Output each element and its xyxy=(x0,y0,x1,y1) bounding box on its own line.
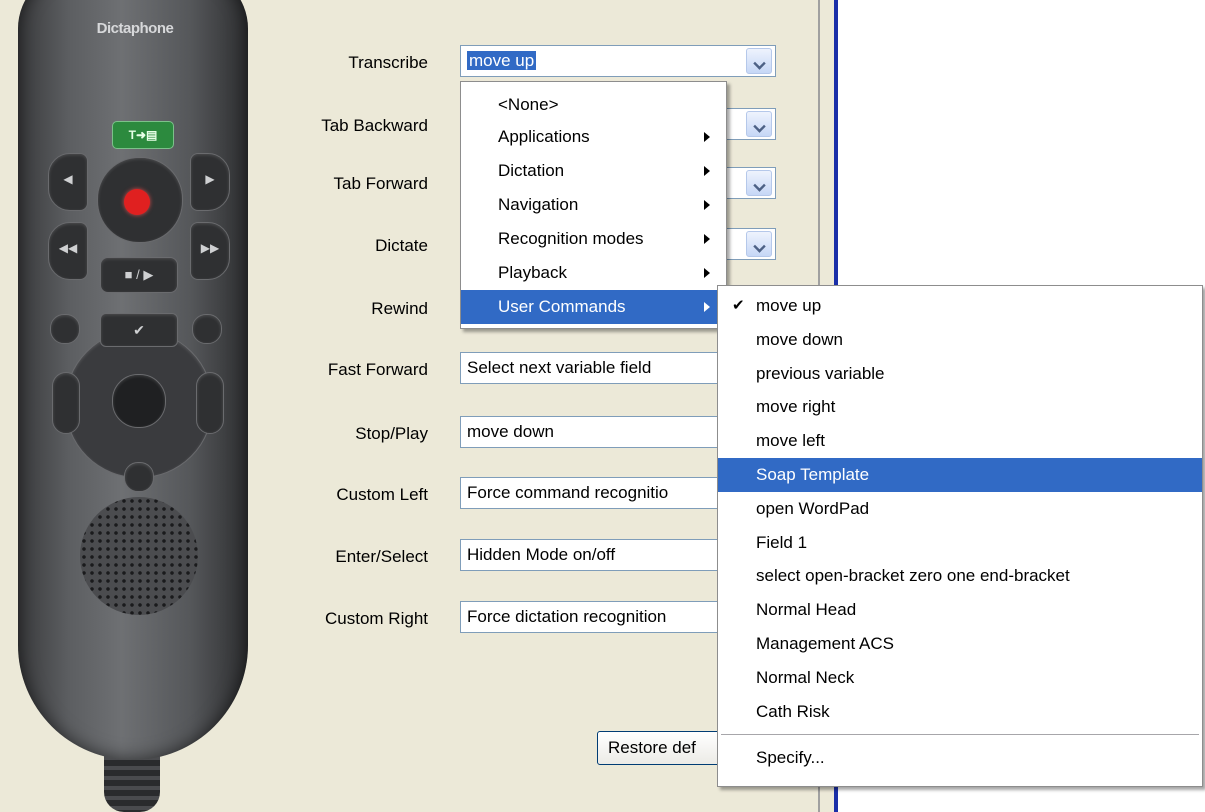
stop-play-value: move down xyxy=(467,422,554,441)
skip-forward-icon: ▶ xyxy=(205,172,215,186)
fast-forward-value: Select next variable field xyxy=(467,358,652,377)
dictate-dropdown-chevron-icon[interactable] xyxy=(746,231,772,257)
device-transcribe-button: T➜▤ xyxy=(112,121,174,149)
skip-back-icon: ◀ xyxy=(63,172,73,186)
brand-logo: Dictaphone xyxy=(96,20,174,37)
submenu-item-label: Normal Head xyxy=(756,600,857,620)
label-transcribe: Transcribe xyxy=(348,53,428,72)
submenu-item-label: move right xyxy=(756,397,836,417)
submenu-item-label: open WordPad xyxy=(756,498,870,518)
submenu-item-open-wordpad[interactable]: open WordPad xyxy=(718,492,1202,526)
device-custom-left-dot xyxy=(50,314,80,344)
submenu-item-move-left[interactable]: move left xyxy=(718,424,1202,458)
submenu-item-label: move left xyxy=(756,431,825,451)
dictaphone-device-image: Dictaphone T➜▤ ◀ ▶ ◀◀ ▶▶ ■ / ▶ ✔ xyxy=(0,0,260,812)
submenu-item-label: previous variable xyxy=(756,363,885,383)
submenu-item-label: Soap Template xyxy=(756,464,870,484)
submenu-item-previous-variable[interactable]: previous variable xyxy=(718,357,1202,391)
custom-right-value: Force dictation recognition xyxy=(467,607,667,626)
device-tab-backward-button: ◀ xyxy=(48,153,88,211)
rewind-icon: ◀◀ xyxy=(58,241,78,255)
submenu-item-normal-head[interactable]: Normal Head xyxy=(718,593,1202,627)
submenu-item-move-right[interactable]: move right xyxy=(718,390,1202,424)
menu-item-label: Applications xyxy=(498,127,590,146)
device-fast-forward-button: ▶▶ xyxy=(190,222,230,280)
menu-item-label: User Commands xyxy=(498,297,626,316)
submenu-item-cath-risk[interactable]: Cath Risk xyxy=(718,695,1202,729)
restore-defaults-button[interactable]: Restore def xyxy=(597,731,737,765)
label-tab-forward: Tab Forward xyxy=(333,174,428,193)
menu-item-applications[interactable]: Applications xyxy=(461,120,726,154)
menu-item-label: Recognition modes xyxy=(498,229,644,248)
submenu-arrow-icon xyxy=(704,234,710,244)
submenu-item-label: select open-bracket zero one end-bracket xyxy=(756,566,1070,586)
submenu-item-soap-template[interactable]: Soap Template xyxy=(718,457,1202,492)
submenu-item-move-up[interactable]: ✔ move up xyxy=(718,289,1202,323)
user-commands-submenu: ✔ move up move down previous variable mov… xyxy=(717,285,1203,787)
device-tab-forward-button: ▶ xyxy=(190,153,230,211)
submenu-item-label: Specify... xyxy=(756,748,825,768)
label-custom-right: Custom Right xyxy=(325,609,428,628)
submenu-item-label: Normal Neck xyxy=(756,667,855,687)
submenu-arrow-icon xyxy=(704,268,710,278)
transcribe-value: move up xyxy=(467,51,537,70)
submenu-arrow-icon xyxy=(704,200,710,210)
submenu-arrow-icon xyxy=(704,166,710,176)
menu-item-label: Playback xyxy=(498,263,567,282)
submenu-item-label: move down xyxy=(756,329,843,349)
submenu-item-label: Management ACS xyxy=(756,633,894,653)
label-dictate: Dictate xyxy=(375,236,428,255)
menu-item-playback[interactable]: Playback xyxy=(461,256,726,290)
device-custom-left-button xyxy=(52,372,80,434)
submenu-arrow-icon xyxy=(704,302,710,312)
speaker-grille xyxy=(80,497,198,615)
submenu-item-label: move up xyxy=(756,296,822,315)
command-category-menu: <None> Applications Dictation Navigation… xyxy=(460,81,727,329)
submenu-item-field-1[interactable]: Field 1 xyxy=(718,526,1202,560)
fast-forward-icon: ▶▶ xyxy=(200,241,220,255)
device-rewind-button: ◀◀ xyxy=(48,222,88,280)
menu-item-label: Dictation xyxy=(498,161,565,180)
label-stop-play: Stop/Play xyxy=(355,424,428,443)
submenu-item-label: Field 1 xyxy=(756,532,808,552)
label-enter-select: Enter/Select xyxy=(335,547,428,566)
submenu-arrow-icon xyxy=(704,132,710,142)
enter-select-value: Hidden Mode on/off xyxy=(467,545,616,564)
custom-left-value: Force command recognitio xyxy=(467,483,669,502)
submenu-item-select-bracket[interactable]: select open-bracket zero one end-bracket xyxy=(718,559,1202,593)
label-custom-left: Custom Left xyxy=(336,485,428,504)
menu-separator xyxy=(721,734,1199,736)
menu-item-label: <None> xyxy=(498,95,559,114)
label-rewind: Rewind xyxy=(371,299,428,318)
record-icon xyxy=(124,189,150,215)
transcribe-dropdown-chevron-icon[interactable] xyxy=(746,48,772,74)
device-custom-right-button xyxy=(196,372,224,434)
label-tab-backward: Tab Backward xyxy=(321,116,428,135)
device-wheel-center xyxy=(112,374,166,428)
menu-item-user-commands[interactable]: User Commands xyxy=(461,290,726,324)
device-small-button xyxy=(124,462,154,492)
device-custom-right-dot xyxy=(192,314,222,344)
submenu-item-label: Cath Risk xyxy=(756,701,830,721)
submenu-item-management-acs[interactable]: Management ACS xyxy=(718,627,1202,661)
device-enter-select-button: ✔ xyxy=(100,313,178,347)
menu-item-navigation[interactable]: Navigation xyxy=(461,188,726,222)
checkmark-icon: ✔ xyxy=(732,297,745,314)
menu-item-none[interactable]: <None> xyxy=(461,90,726,120)
label-fast-forward: Fast Forward xyxy=(327,360,428,379)
menu-item-label: Navigation xyxy=(498,195,579,214)
device-stop-play-button: ■ / ▶ xyxy=(100,257,178,293)
tab-backward-dropdown-chevron-icon[interactable] xyxy=(746,111,772,137)
transcribe-select[interactable]: move up xyxy=(460,45,776,77)
submenu-item-move-down[interactable]: move down xyxy=(718,323,1202,357)
submenu-item-normal-neck[interactable]: Normal Neck xyxy=(718,661,1202,695)
submenu-item-specify[interactable]: Specify... xyxy=(718,741,1202,775)
tab-forward-dropdown-chevron-icon[interactable] xyxy=(746,170,772,196)
menu-item-recognition-modes[interactable]: Recognition modes xyxy=(461,222,726,256)
menu-item-dictation[interactable]: Dictation xyxy=(461,154,726,188)
